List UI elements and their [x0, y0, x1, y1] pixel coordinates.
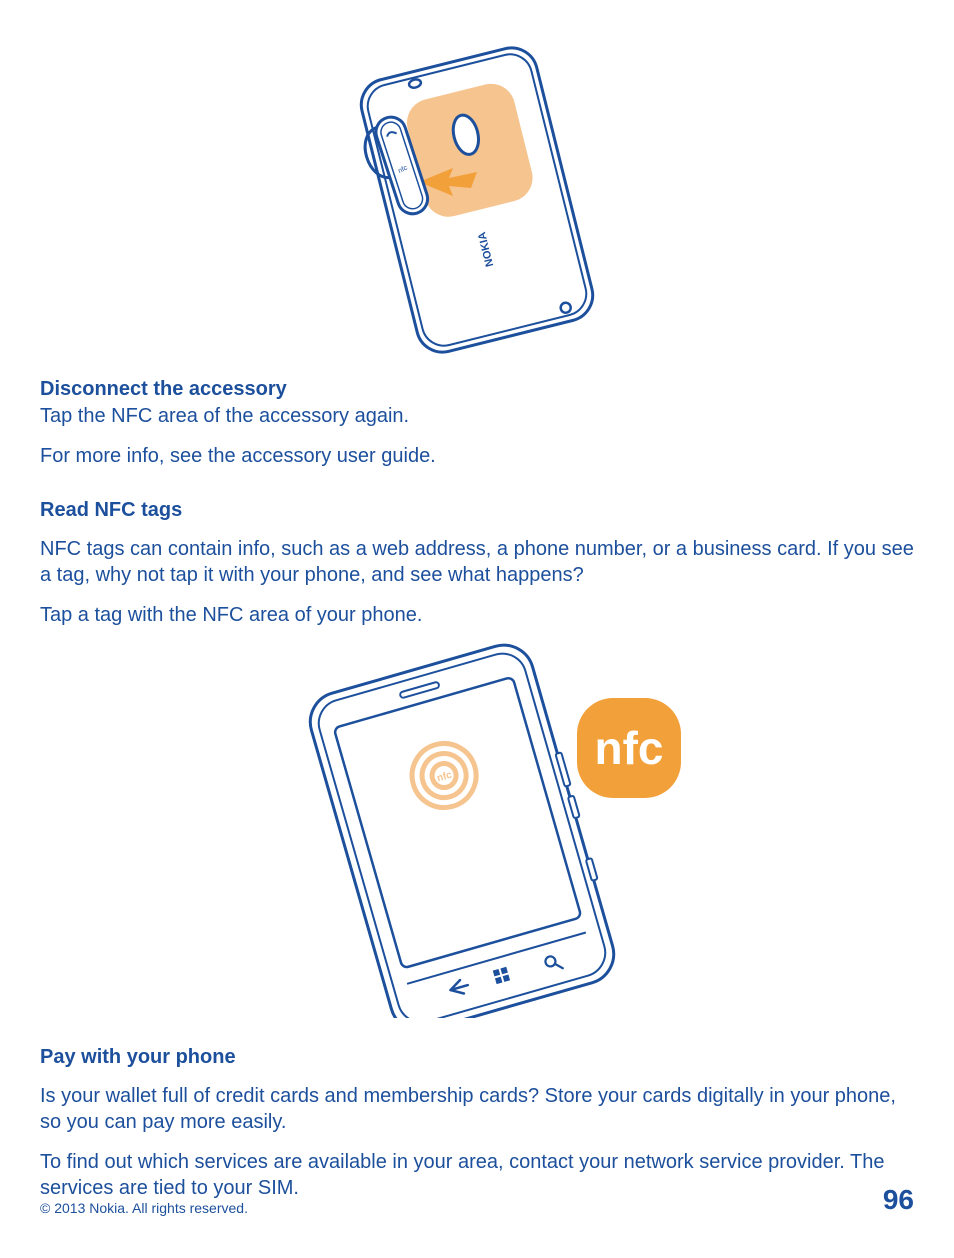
document-page: NOKIA nfc Disconnect the accessory Tap t…	[0, 0, 954, 1258]
text-read-nfc-para1: NFC tags can contain info, such as a web…	[40, 536, 914, 588]
figure-nfc-accessory: NOKIA nfc	[40, 40, 914, 360]
heading-read-nfc-tags: Read NFC tags	[40, 499, 914, 522]
page-number: 96	[883, 1184, 914, 1216]
text-disconnect-line2: For more info, see the accessory user gu…	[40, 443, 914, 469]
text-read-nfc-para2: Tap a tag with the NFC area of your phon…	[40, 602, 914, 628]
heading-pay-with-phone: Pay with your phone	[40, 1046, 914, 1069]
nfc-accessory-illustration-icon: NOKIA nfc	[297, 40, 657, 360]
figure-nfc-tag: nfc nfc	[40, 638, 914, 1018]
text-disconnect-line1: Tap the NFC area of the accessory again.	[40, 403, 914, 429]
text-pay-para1: Is your wallet full of credit cards and …	[40, 1083, 914, 1135]
nfc-badge-label: nfc	[595, 722, 664, 774]
heading-disconnect-accessory: Disconnect the accessory	[40, 378, 914, 401]
nfc-tag-illustration-icon: nfc nfc	[247, 638, 707, 1018]
copyright-text: © 2013 Nokia. All rights reserved.	[40, 1200, 248, 1216]
page-footer: © 2013 Nokia. All rights reserved. 96	[40, 1184, 914, 1216]
